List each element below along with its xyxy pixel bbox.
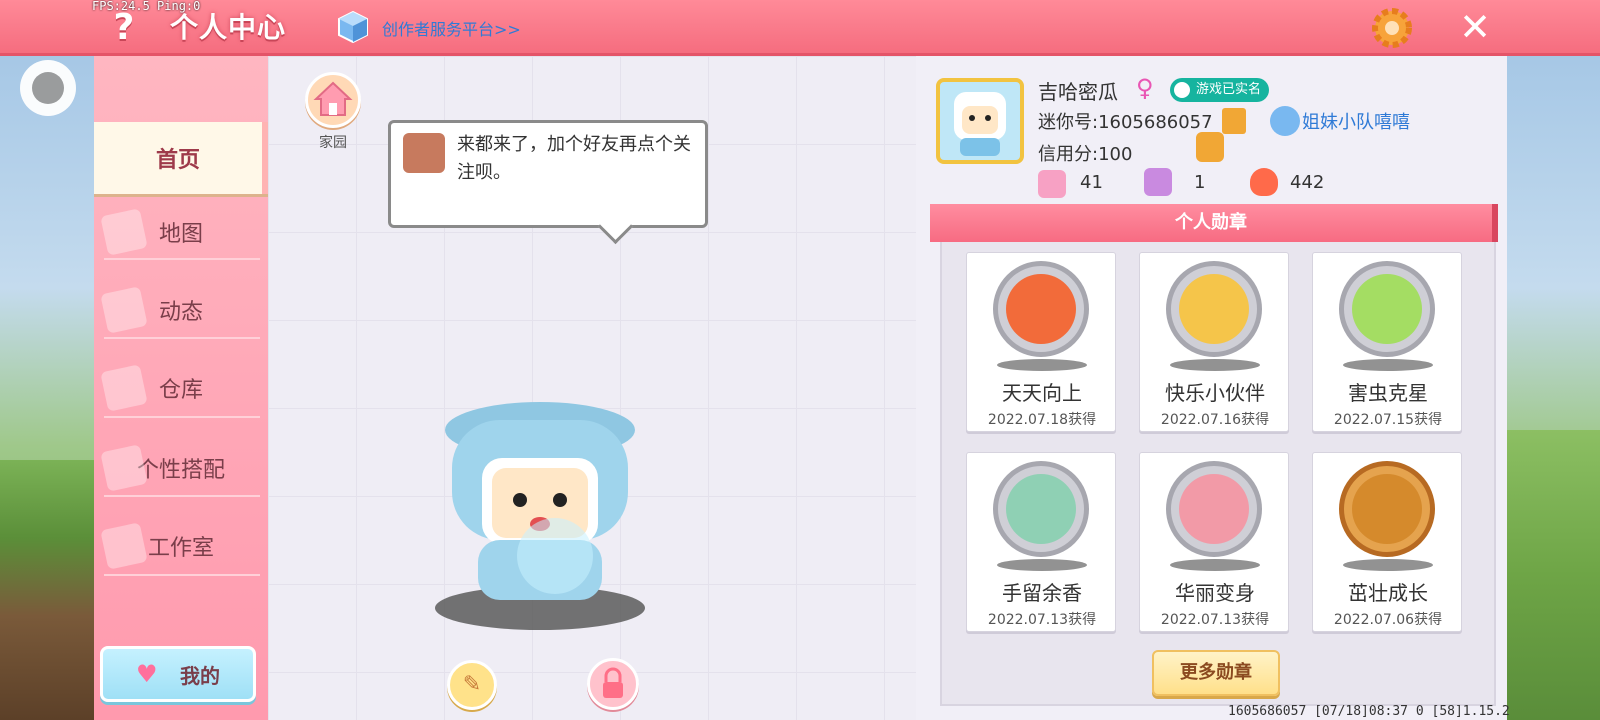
speech-text: 来都来了，加个好友再点个关注呗。 xyxy=(457,134,691,183)
avatar[interactable] xyxy=(936,78,1024,164)
medal-icon xyxy=(1166,461,1262,557)
sidebar-item-map[interactable]: 地图 xyxy=(94,196,268,268)
mine-label: 我的 xyxy=(180,663,220,688)
cube-icon xyxy=(338,10,368,44)
player-character[interactable] xyxy=(390,350,690,650)
more-medals-button[interactable]: 更多勋章 xyxy=(1152,650,1280,696)
medal-name: 害虫克星 xyxy=(1348,381,1428,405)
record-button[interactable] xyxy=(20,60,76,116)
speech-emoji-icon xyxy=(403,133,445,173)
home-label: 家园 xyxy=(319,135,347,151)
medal-date: 2022.07.15获得 xyxy=(1333,412,1443,428)
medal-face xyxy=(1179,474,1249,544)
plus-badge-icon xyxy=(1038,170,1066,198)
lock-icon xyxy=(603,667,623,698)
medal-card[interactable]: 快乐小伙伴 2022.07.16获得 xyxy=(1139,252,1289,432)
medal-date: 2022.07.13获得 xyxy=(987,612,1097,628)
medal-shadow xyxy=(997,559,1087,571)
mini-id: 迷你号:1605686057 xyxy=(1038,112,1213,133)
stat-value: 41 xyxy=(1080,172,1103,193)
medal-face xyxy=(1352,274,1422,344)
team-name[interactable]: 姐妹小队嘻嘻 xyxy=(1302,108,1410,134)
copy-icon[interactable] xyxy=(1222,108,1246,134)
medal-shadow xyxy=(997,359,1087,371)
medal-shadow xyxy=(1343,359,1433,371)
medal-card[interactable]: 华丽变身 2022.07.13获得 xyxy=(1139,452,1289,632)
help-button[interactable]: ? xyxy=(104,8,144,48)
medal-icon xyxy=(993,261,1089,357)
medal-name: 茁壮成长 xyxy=(1348,581,1428,605)
verified-badge: 游戏已实名 xyxy=(1170,78,1270,102)
medal-name: 快乐小伙伴 xyxy=(1165,381,1265,405)
medal-card[interactable]: 茁壮成长 2022.07.06获得 xyxy=(1312,452,1462,632)
medal-date: 2022.07.06获得 xyxy=(1333,612,1443,628)
medal-icon xyxy=(1166,261,1262,357)
sidebar-item-outfit[interactable]: 个性搭配 xyxy=(94,432,268,504)
medal-face xyxy=(1006,474,1076,544)
bell-icon xyxy=(100,286,148,334)
avatar-face xyxy=(954,92,1006,156)
fps-ping-readout: FPS:24.5 Ping:0 xyxy=(92,0,201,13)
medal-face xyxy=(1352,474,1422,544)
medal-icon xyxy=(1339,261,1435,357)
lock-button[interactable] xyxy=(587,658,639,710)
sidebar-item-home[interactable]: 首页 xyxy=(94,122,268,194)
studio-icon xyxy=(100,522,148,570)
sidebar-item-label: 工作室 xyxy=(147,536,214,561)
player-name: 吉哈密瓜 xyxy=(1038,80,1118,104)
outfit-icon xyxy=(100,444,148,492)
sidebar-item-label: 动态 xyxy=(158,300,203,325)
stat-value: 442 xyxy=(1290,172,1325,193)
sidebar-item-label: 个性搭配 xyxy=(136,458,225,483)
medal-icon xyxy=(993,461,1089,557)
medal-date: 2022.07.13获得 xyxy=(1160,612,1270,628)
stat-value: 1 xyxy=(1194,172,1206,193)
flame-icon xyxy=(1250,168,1278,196)
medal-card[interactable]: 害虫克星 2022.07.15获得 xyxy=(1312,252,1462,432)
medal-face xyxy=(1006,274,1076,344)
medal-shadow xyxy=(1170,359,1260,371)
sidebar-item-label: 地图 xyxy=(158,222,203,247)
sidebar-item-label: 首页 xyxy=(155,148,200,173)
medal-card[interactable]: 手留余香 2022.07.13获得 xyxy=(966,452,1116,632)
cheer-icon xyxy=(1144,168,1172,196)
gear-icon[interactable] xyxy=(1370,6,1414,50)
creator-platform-link[interactable]: 创作者服务平台>> xyxy=(382,16,521,40)
footer-info: 1605686057 [07/18]08:37 0 [58]1.15.2 xyxy=(1228,704,1510,719)
female-icon: ♀ xyxy=(1136,74,1154,102)
medal-name: 华丽变身 xyxy=(1175,581,1255,605)
mine-button[interactable]: ♥ 我的 xyxy=(100,646,256,702)
heart-icon: ♥ xyxy=(136,660,158,688)
medal-face xyxy=(1179,274,1249,344)
medal-icon xyxy=(1339,461,1435,557)
person-icon[interactable] xyxy=(1196,132,1224,162)
medal-date: 2022.07.16获得 xyxy=(1160,412,1270,428)
sidebar-item-studio[interactable]: 工作室 xyxy=(94,510,268,582)
medal-name: 手留余香 xyxy=(1002,581,1082,605)
medal-date: 2022.07.18获得 xyxy=(987,412,1097,428)
sidebar-item-warehouse[interactable]: 仓库 xyxy=(94,352,268,424)
sidebar-item-label: 仓库 xyxy=(158,378,203,403)
map-icon xyxy=(100,208,148,256)
credit-score: 信用分:100 xyxy=(1038,144,1133,165)
team-icon xyxy=(1270,106,1300,136)
scenery-left xyxy=(0,460,96,720)
warehouse-icon xyxy=(100,364,148,412)
medal-shadow xyxy=(1343,559,1433,571)
medal-shadow xyxy=(1170,559,1260,571)
close-button[interactable]: ✕ xyxy=(1452,4,1498,50)
medal-name: 天天向上 xyxy=(1002,381,1082,405)
medal-header: 个人勋章 xyxy=(930,204,1498,242)
sidebar-item-activity[interactable]: 动态 xyxy=(94,274,268,346)
medal-card[interactable]: 天天向上 2022.07.18获得 xyxy=(966,252,1116,432)
home-icon[interactable] xyxy=(305,72,361,128)
house-icon xyxy=(313,81,353,116)
edit-button[interactable]: ✎ xyxy=(447,660,497,710)
speech-bubble: 来都来了，加个好友再点个关注呗。 xyxy=(388,120,708,228)
